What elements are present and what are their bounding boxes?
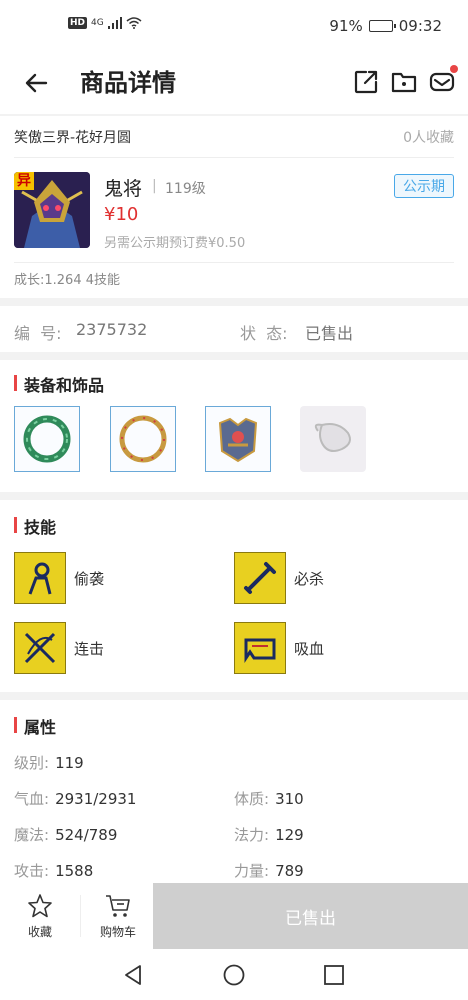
- pet-level: 119级: [165, 181, 206, 197]
- sword-icon: [234, 552, 286, 604]
- pet-name-separator: |: [152, 178, 157, 194]
- growth-info: 成长:1.264 4技能: [14, 262, 454, 298]
- cart-label: 购物车: [99, 924, 136, 939]
- pet-avatar[interactable]: 异: [14, 172, 90, 248]
- attr-attack: 攻击: 1588: [14, 862, 94, 880]
- skill-label: 必杀: [294, 569, 325, 588]
- id-label: 编 号:: [14, 324, 62, 343]
- sold-out-button[interactable]: 已售出: [153, 883, 468, 949]
- status-bar: HD 4G 91% 09:32: [0, 0, 468, 52]
- state-value: 已售出: [305, 324, 354, 343]
- system-home-icon[interactable]: [221, 962, 247, 988]
- attr-level: 级别: 119: [14, 754, 84, 772]
- system-back-icon[interactable]: [120, 962, 146, 988]
- skill-label: 吸血: [294, 639, 325, 658]
- info-card: 编 号: 2375732 状 态: 已售出: [0, 306, 468, 352]
- collect-button[interactable]: 收藏: [0, 883, 80, 949]
- skill-item[interactable]: 吸血: [234, 622, 324, 674]
- attr-hp: 气血: 2931/2931: [14, 790, 137, 808]
- attr-constitution: 体质: 310: [234, 790, 304, 808]
- skill-label: 连击: [74, 639, 105, 658]
- avatar-badge: 异: [14, 172, 34, 190]
- attr-magic: 法力: 129: [234, 826, 304, 844]
- nav-bar: 商品详情: [0, 52, 468, 114]
- bottom-action-bar: 收藏 购物车 已售出: [0, 883, 468, 949]
- price: ¥10: [104, 204, 139, 225]
- skill-item[interactable]: 连击: [14, 622, 104, 674]
- system-recents-icon[interactable]: [321, 962, 347, 988]
- product-card: 笑傲三界-花好月圆 0人收藏 异 鬼将 | 119级 ¥10 另需公示期预订费¥…: [0, 116, 468, 298]
- status-right: 91% 09:32: [329, 17, 442, 35]
- server-name: 笑傲三界-花好月圆: [14, 129, 132, 146]
- empty-slot-icon[interactable]: [300, 406, 366, 472]
- server-row: 笑傲三界-花好月圆 0人收藏: [14, 116, 454, 158]
- vampire-icon: [234, 622, 286, 674]
- attributes-card: 属性 级别: 119 气血: 2931/2931 体质: 310 魔法: 524/789…: [0, 700, 468, 883]
- share-icon[interactable]: [352, 68, 380, 96]
- status-left: HD 4G: [68, 17, 142, 29]
- star-icon: [28, 893, 52, 917]
- wifi-icon: [126, 17, 142, 29]
- crossed-blades-icon: [14, 622, 66, 674]
- attr-strength: 力量: 789: [234, 862, 304, 880]
- folder-star-icon[interactable]: [390, 68, 418, 96]
- back-arrow-icon[interactable]: [20, 66, 54, 100]
- system-nav-bar: [0, 949, 468, 1000]
- hd-badge: HD: [68, 17, 88, 29]
- id-value: 2375732: [76, 320, 148, 339]
- skill-item[interactable]: 必杀: [234, 552, 324, 604]
- signal-icon: [107, 17, 122, 29]
- collect-count: 0人收藏: [403, 129, 454, 146]
- clock: 09:32: [398, 17, 442, 35]
- equipment-title: 装备和饰品: [14, 372, 104, 396]
- public-period-tag: 公示期: [394, 174, 454, 198]
- skills-card: 技能 偷袭 必杀 连击 吸血: [0, 500, 468, 692]
- gold-bracelet-icon[interactable]: [110, 406, 176, 472]
- armor-icon[interactable]: [205, 406, 271, 472]
- attr-mp: 魔法: 524/789: [14, 826, 118, 844]
- skill-label: 偷袭: [74, 569, 105, 588]
- skill-item[interactable]: 偷袭: [14, 552, 104, 604]
- notification-dot: [450, 65, 458, 73]
- cart-icon: [106, 894, 130, 917]
- collect-label: 收藏: [27, 924, 52, 939]
- battery-percent: 91%: [329, 17, 363, 35]
- attributes-title: 属性: [14, 714, 56, 738]
- cart-button[interactable]: 购物车: [78, 883, 158, 949]
- sneak-attack-icon: [14, 552, 66, 604]
- jade-bracelet-icon[interactable]: [14, 406, 80, 472]
- equipment-card: 装备和饰品: [0, 360, 468, 492]
- page-title: 商品详情: [80, 69, 176, 97]
- pet-name: 鬼将: [104, 178, 143, 200]
- network-label: 4G: [91, 18, 104, 28]
- battery-icon: [368, 20, 396, 32]
- skills-title: 技能: [14, 514, 56, 538]
- state-label: 状 态:: [240, 324, 288, 343]
- fee-note: 另需公示期预订费¥0.50: [104, 236, 246, 251]
- message-icon-wrap[interactable]: [428, 65, 458, 96]
